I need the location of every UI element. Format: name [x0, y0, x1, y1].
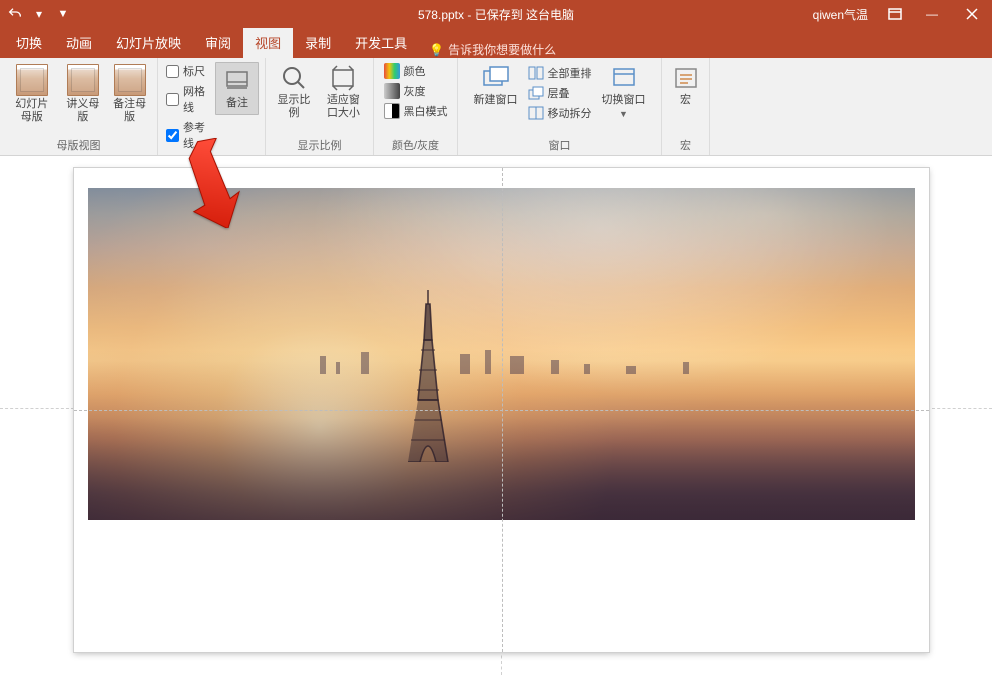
ribbon: 幻灯片母版 讲义母版 备注母版 母版视图 标尺 网格线 参考线 备注 — [0, 58, 992, 156]
tab-slideshow[interactable]: 幻灯片放映 — [104, 28, 193, 58]
new-window-icon — [481, 64, 511, 92]
titlebar: ▾ ▼ 578.pptx - 已保存到 这台电脑 qiwen气温 — — [0, 0, 992, 28]
grayscale-icon — [384, 83, 400, 99]
ruler-checkbox[interactable]: 标尺 — [164, 62, 207, 80]
lightbulb-icon: 💡 — [429, 43, 444, 57]
slide-master-icon — [16, 64, 48, 96]
minimize-button[interactable]: — — [912, 0, 952, 28]
color-icon — [384, 63, 400, 79]
guide-extension-left — [0, 408, 74, 409]
document-filename: 578.pptx — [418, 8, 464, 22]
notes-master-button[interactable]: 备注母版 — [108, 62, 151, 126]
ribbon-tabs: 切换 动画 幻灯片放映 审阅 视图 录制 开发工具 💡 告诉我你想要做什么 — [0, 28, 992, 58]
group-zoom-label: 显示比例 — [272, 135, 367, 153]
notes-master-icon — [114, 64, 146, 96]
tab-animation[interactable]: 动画 — [54, 28, 104, 58]
group-color-label: 颜色/灰度 — [380, 135, 451, 153]
guide-extension-right — [932, 408, 992, 409]
group-window-label: 窗口 — [464, 135, 655, 153]
fit-window-icon — [328, 64, 358, 92]
move-split-button[interactable]: 移动拆分 — [526, 104, 594, 122]
group-master-views-label: 母版视图 — [6, 135, 151, 153]
macros-button[interactable]: 宏 — [667, 62, 705, 109]
tab-record[interactable]: 录制 — [293, 28, 343, 58]
handout-master-icon — [67, 64, 99, 96]
ribbon-display-options-icon[interactable] — [878, 0, 912, 28]
guide-extension-below — [501, 650, 502, 675]
move-split-icon — [528, 105, 544, 121]
switch-windows-icon — [609, 64, 639, 92]
zoom-icon — [279, 64, 309, 92]
gridlines-checkbox-input[interactable] — [166, 93, 179, 106]
account-name[interactable]: qiwen气温 — [803, 0, 878, 28]
switch-windows-button[interactable]: 切换窗口 ▼ — [598, 62, 650, 121]
gridlines-checkbox[interactable]: 网格线 — [164, 82, 207, 116]
qat: ▾ ▼ — [0, 3, 78, 25]
guides-checkbox-input[interactable] — [166, 129, 179, 142]
tell-me-search[interactable]: 💡 告诉我你想要做什么 — [419, 41, 566, 58]
ruler-checkbox-input[interactable] — [166, 65, 179, 78]
cascade-button[interactable]: 层叠 — [526, 84, 594, 102]
tab-transitions[interactable]: 切换 — [4, 28, 54, 58]
arrange-all-button[interactable]: 全部重排 — [526, 64, 594, 82]
tab-review[interactable]: 审阅 — [193, 28, 243, 58]
slide-canvas[interactable] — [74, 168, 929, 652]
qat-overflow-icon[interactable]: ▼ — [52, 3, 74, 25]
tab-developer[interactable]: 开发工具 — [343, 28, 419, 58]
slide-guides — [74, 168, 929, 652]
arrange-all-icon — [528, 65, 544, 81]
bw-mode-button[interactable]: 黑白模式 — [382, 102, 450, 120]
fit-window-button[interactable]: 适应窗口大小 — [320, 62, 367, 122]
handout-master-button[interactable]: 讲义母版 — [61, 62, 104, 126]
color-mode-button[interactable]: 颜色 — [382, 62, 450, 80]
slide-editor-workspace[interactable] — [0, 156, 992, 675]
save-status: 已保存到 这台电脑 — [475, 8, 574, 22]
qat-dropdown-icon[interactable]: ▾ — [28, 3, 50, 25]
slide-master-button[interactable]: 幻灯片母版 — [6, 62, 57, 126]
guide-horizontal-center[interactable] — [74, 410, 929, 411]
guides-checkbox[interactable]: 参考线 — [164, 118, 207, 152]
tab-view[interactable]: 视图 — [243, 28, 293, 58]
undo-button-icon[interactable] — [4, 3, 26, 25]
notes-button[interactable]: 备注 — [215, 62, 259, 115]
close-button[interactable] — [952, 0, 992, 28]
group-macros-label: 宏 — [668, 135, 703, 153]
new-window-button[interactable]: 新建窗口 — [470, 62, 522, 109]
bw-icon — [384, 103, 400, 119]
notes-icon — [222, 67, 252, 95]
macros-icon — [671, 64, 701, 92]
cascade-icon — [528, 85, 544, 101]
window-title: 578.pptx - 已保存到 这台电脑 — [418, 6, 574, 23]
grayscale-mode-button[interactable]: 灰度 — [382, 82, 450, 100]
zoom-button[interactable]: 显示比例 — [272, 62, 316, 122]
